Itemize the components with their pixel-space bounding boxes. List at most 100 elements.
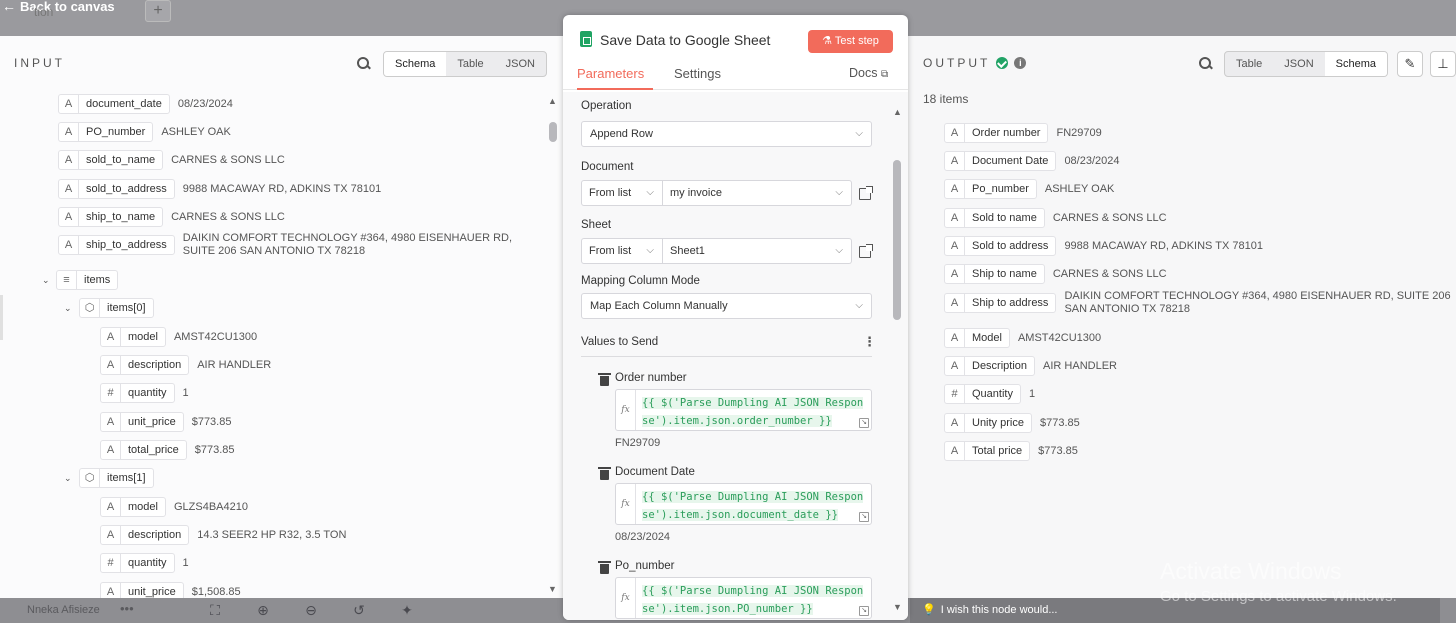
output-schema-row[interactable]: A Ship to address DAIKIN COMFORT TECHNOLOG… (944, 291, 1451, 315)
input-schema-row[interactable]: # quantity 1 (100, 551, 189, 575)
schema-field-chip[interactable]: A Order number (944, 123, 1049, 143)
expression-editor[interactable]: fx{{ $('Parse Dumpling AI JSON Response'… (615, 389, 872, 431)
schema-field-chip[interactable]: Aship_to_name (58, 207, 164, 227)
schema-field-chip[interactable]: Amodel (100, 497, 166, 517)
schema-field-chip[interactable]: A Document Date (944, 151, 1057, 171)
tidy-up-icon[interactable]: ✦ (392, 598, 422, 623)
output-schema-row[interactable]: A Sold to address 9988 MACAWAY RD, ADKINS … (944, 234, 1263, 258)
search-icon[interactable] (356, 56, 370, 70)
dialog-scrollbar-thumb[interactable] (893, 160, 901, 320)
output-schema-row[interactable]: A Unity price $773.85 (944, 411, 1080, 435)
input-schema-row[interactable]: ≡ items (56, 268, 126, 292)
schema-field-chip[interactable]: A Unity price (944, 413, 1032, 433)
document-mode-select[interactable]: From list ⌵ (581, 180, 663, 206)
schema-field-chip[interactable]: # quantity (100, 553, 175, 573)
schema-field-chip[interactable]: A PO_number (58, 122, 154, 142)
schema-field-chip[interactable]: A Ship to name (944, 264, 1045, 284)
tab-parameters[interactable]: Parameters (577, 66, 644, 81)
output-schema-row[interactable]: A Order number FN29709 (944, 121, 1102, 145)
input-schema-row[interactable]: Adescription AIR HANDLER (100, 353, 271, 377)
node-title[interactable]: Save Data to Google Sheet (600, 32, 770, 48)
schema-field-chip[interactable]: A Total price (944, 441, 1031, 461)
expand-editor-icon[interactable]: ↘ (859, 512, 869, 522)
add-node-button[interactable]: + (145, 0, 171, 22)
open-sheet-external-icon[interactable] (859, 244, 873, 258)
input-view-table[interactable]: Table (446, 52, 494, 76)
scroll-up-arrow-icon[interactable]: ▲ (548, 96, 557, 106)
schema-field-chip[interactable]: A Description (944, 356, 1036, 376)
expression-editor[interactable]: fx{{ $('Parse Dumpling AI JSON Response'… (615, 577, 872, 619)
input-schema-row[interactable]: ⬡ items[1] (79, 466, 162, 490)
schema-field-chip[interactable]: A Sold to address (944, 236, 1057, 256)
input-schema-row[interactable]: Adescription 14.3 SEER2 HP R32, 3.5 TON (100, 523, 346, 547)
expand-editor-icon[interactable]: ↘ (859, 606, 869, 616)
schema-field-chip[interactable]: ⬡ items[0] (79, 298, 154, 318)
schema-field-chip[interactable]: Atotal_price (100, 440, 187, 460)
schema-field-chip[interactable]: # Quantity (944, 384, 1021, 404)
input-schema-row[interactable]: # quantity 1 (100, 381, 189, 405)
user-menu-icon[interactable]: ••• (120, 601, 134, 616)
expression-code[interactable]: {{ $('Parse Dumpling AI JSON Response').… (636, 578, 871, 618)
output-search-icon[interactable] (1198, 56, 1212, 70)
schema-field-chip[interactable]: A Ship to address (944, 293, 1057, 313)
output-schema-row[interactable]: A Document Date 08/23/2024 (944, 149, 1120, 173)
trash-icon[interactable] (598, 467, 611, 480)
mapping-mode-select[interactable]: Map Each Column Manually ⌵ (581, 293, 872, 319)
edit-output-pencil-icon[interactable]: ✎ (1397, 51, 1423, 77)
schema-field-chip[interactable]: A Po_number (944, 179, 1037, 199)
expression-code[interactable]: {{ $('Parse Dumpling AI JSON Response').… (636, 390, 871, 430)
schema-field-chip[interactable]: Amodel (100, 327, 166, 347)
more-options-icon[interactable]: ⋮ (863, 334, 876, 350)
input-schema-row[interactable]: Asold_to_name CARNES & SONS LLC (58, 148, 285, 172)
schema-field-chip[interactable]: A Sold to name (944, 208, 1045, 228)
input-scrollbar-thumb[interactable] (549, 122, 557, 142)
tab-settings[interactable]: Settings (674, 66, 721, 81)
output-view-table[interactable]: Table (1225, 52, 1273, 76)
left-edge-handle[interactable] (0, 295, 3, 340)
collapse-chevron-icon[interactable]: ⌄ (64, 303, 72, 314)
schema-field-chip[interactable]: Aunit_price (100, 412, 184, 432)
output-schema-row[interactable]: # Quantity 1 (944, 382, 1035, 406)
schema-field-chip[interactable]: Asold_to_address (58, 179, 175, 199)
input-schema-row[interactable]: Atotal_price $773.85 (100, 438, 235, 462)
output-view-json[interactable]: JSON (1273, 52, 1324, 76)
output-view-schema[interactable]: Schema (1324, 52, 1387, 76)
output-schema-row[interactable]: A Model AMST42CU1300 (944, 326, 1101, 350)
schema-field-chip[interactable]: ⬡ items[1] (79, 468, 154, 488)
input-schema-row[interactable]: Aship_to_address DAIKIN COMFORT TECHNOLOG… (58, 233, 512, 257)
fit-view-icon[interactable]: ⛶ (200, 598, 230, 623)
dialog-scroll-up-icon[interactable]: ▲ (893, 107, 902, 117)
output-schema-row[interactable]: A Ship to name CARNES & SONS LLC (944, 262, 1167, 286)
schema-field-chip[interactable]: Aship_to_address (58, 235, 175, 255)
dialog-scroll-down-icon[interactable]: ▼ (893, 602, 902, 612)
schema-field-chip[interactable]: ≡ items (56, 270, 119, 290)
input-schema-row[interactable]: Aship_to_name CARNES & SONS LLC (58, 205, 285, 229)
back-to-canvas-link[interactable]: ← Back to canvas (2, 0, 115, 14)
reset-zoom-icon[interactable]: ↺ (344, 598, 374, 623)
expand-editor-icon[interactable]: ↘ (859, 418, 869, 428)
docs-link[interactable]: Docs ⧉ (849, 66, 888, 80)
sheet-mode-select[interactable]: From list ⌵ (581, 238, 663, 264)
user-name[interactable]: Nneka Afisieze (27, 604, 100, 616)
collapse-chevron-icon[interactable]: ⌄ (64, 473, 72, 484)
schema-field-chip[interactable]: # quantity (100, 383, 175, 403)
output-schema-row[interactable]: A Total price $773.85 (944, 439, 1078, 463)
trash-icon[interactable] (598, 561, 611, 574)
input-schema-row[interactable]: Amodel GLZS4BA4210 (100, 495, 248, 519)
input-schema-row[interactable]: A PO_number ASHLEY OAK (58, 120, 231, 144)
collapse-chevron-icon[interactable]: ⌄ (42, 275, 50, 286)
input-schema-row[interactable]: Asold_to_address 9988 MACAWAY RD, ADKINS … (58, 177, 381, 201)
sheet-value-select[interactable]: Sheet1 ⌵ (663, 238, 852, 264)
scroll-down-arrow-icon[interactable]: ▼ (548, 584, 557, 594)
input-schema-row[interactable]: Aunit_price $773.85 (100, 410, 231, 434)
input-schema-row[interactable]: ⬡ items[0] (79, 296, 162, 320)
schema-field-chip[interactable]: Adocument_date (58, 94, 170, 114)
open-document-external-icon[interactable] (859, 186, 873, 200)
schema-field-chip[interactable]: Asold_to_name (58, 150, 164, 170)
operation-select[interactable]: Append Row ⌵ (581, 121, 872, 147)
schema-field-chip[interactable]: Adescription (100, 525, 190, 545)
info-icon[interactable]: i (1014, 57, 1027, 69)
expression-editor[interactable]: fx{{ $('Parse Dumpling AI JSON Response'… (615, 483, 872, 525)
input-schema-row[interactable]: Adocument_date 08/23/2024 (58, 92, 233, 116)
test-step-button[interactable]: ⚗ Test step (808, 30, 893, 53)
